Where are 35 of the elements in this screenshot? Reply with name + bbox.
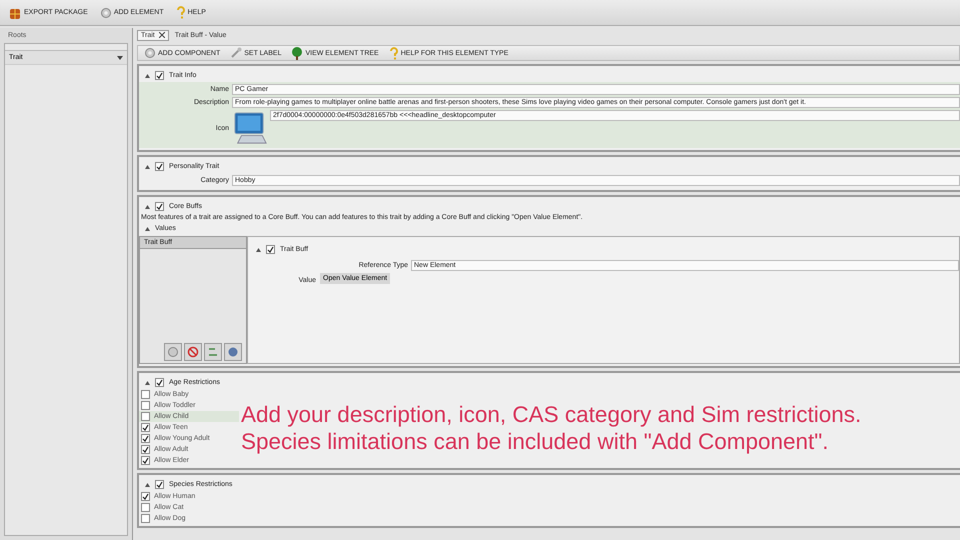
section-checkbox[interactable] xyxy=(155,202,164,211)
section-checkbox[interactable] xyxy=(155,378,164,387)
collapse-caret-icon[interactable] xyxy=(145,204,150,208)
checkbox[interactable] xyxy=(141,434,150,443)
section-checkbox[interactable] xyxy=(155,480,164,489)
checkbox[interactable] xyxy=(141,412,150,421)
section-checkbox[interactable] xyxy=(155,71,164,80)
caption-text: Add your description, icon, CAS category and Sim restrictions. xyxy=(241,400,862,428)
checkbox[interactable] xyxy=(141,514,150,523)
collapse-caret-icon[interactable] xyxy=(145,482,150,486)
tree-icon xyxy=(291,46,304,60)
section-checkbox[interactable] xyxy=(155,162,164,171)
forbidden-icon xyxy=(187,346,199,358)
list-action-button[interactable] xyxy=(204,343,222,361)
checkbox[interactable] xyxy=(141,423,150,432)
collapse-caret-icon[interactable] xyxy=(145,74,150,78)
checkbox[interactable] xyxy=(141,492,150,501)
help-icon xyxy=(388,46,399,60)
checkbox[interactable] xyxy=(141,503,150,512)
section-checkbox[interactable] xyxy=(266,245,275,254)
caret-icon xyxy=(117,56,123,60)
checkbox[interactable] xyxy=(141,445,150,454)
computer-icon xyxy=(232,110,268,146)
caption-text: Species limitations can be included with "Add Component". xyxy=(241,428,830,454)
list-action-button[interactable] xyxy=(184,343,202,361)
close-icon[interactable] xyxy=(158,32,165,38)
checkbox[interactable] xyxy=(141,456,150,465)
checkbox[interactable] xyxy=(141,390,150,399)
list-action-button[interactable] xyxy=(224,343,242,361)
collapse-caret-icon[interactable] xyxy=(145,164,150,168)
collapse-caret-icon[interactable] xyxy=(145,380,150,384)
checkbox[interactable] xyxy=(141,401,150,410)
collapse-caret-icon[interactable] xyxy=(256,248,261,252)
help-icon xyxy=(176,6,186,19)
collapse-caret-icon[interactable] xyxy=(145,226,150,230)
